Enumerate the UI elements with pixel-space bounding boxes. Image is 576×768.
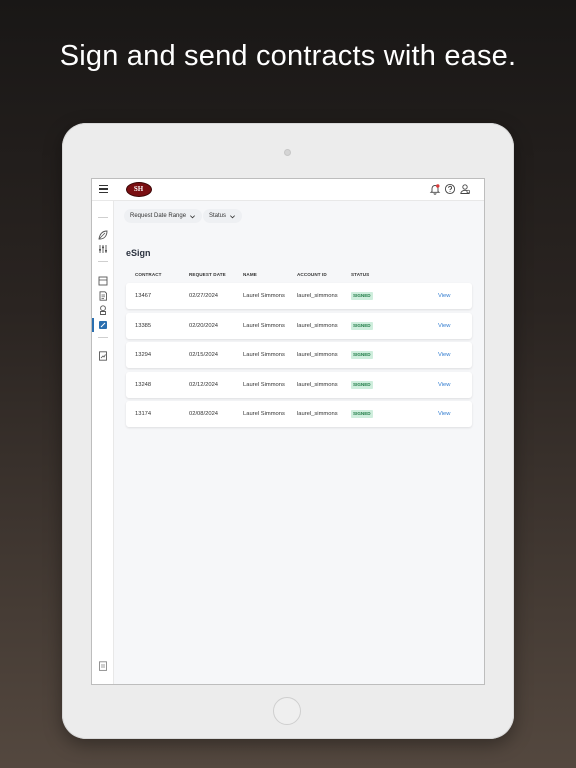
chevron-down-icon: [230, 214, 236, 218]
account-id-cell: laurel_simmons: [297, 323, 338, 329]
view-link[interactable]: View: [438, 293, 450, 299]
status-badge: SIGNED: [351, 351, 373, 359]
main-content: Request Date Range Status eSign CONTRACT…: [114, 201, 484, 684]
logo[interactable]: SH: [126, 182, 152, 197]
request-date-cell: 02/27/2024: [189, 293, 219, 299]
filter-label: Status: [209, 213, 227, 219]
status-filter[interactable]: Status: [203, 209, 243, 223]
active-indicator: [92, 318, 94, 332]
user-icon[interactable]: [459, 183, 471, 195]
request-date-cell: 02/20/2024: [189, 323, 219, 329]
column-header-contract: CONTRACT: [135, 272, 162, 277]
app-screen: SH Request Date Range Status eSign CONTR…: [91, 178, 485, 685]
view-link[interactable]: View: [438, 323, 450, 329]
sidebar: [92, 201, 114, 684]
view-link[interactable]: View: [438, 352, 450, 358]
logo-text: SH: [133, 185, 144, 193]
request-date-cell: 02/15/2024: [189, 352, 219, 358]
account-id-cell: laurel_simmons: [297, 352, 338, 358]
status-badge: SIGNED: [351, 322, 373, 330]
inbox-icon[interactable]: [97, 275, 109, 287]
page-title: eSign: [126, 248, 151, 258]
top-bar: SH: [92, 179, 484, 201]
name-cell: Laurel Simmons: [243, 411, 285, 417]
table-row[interactable]: 13467 02/27/2024 Laurel Simmons laurel_s…: [126, 283, 472, 309]
document-icon[interactable]: [97, 290, 109, 302]
request-date-range-filter[interactable]: Request Date Range: [124, 209, 203, 223]
table-row[interactable]: 13294 02/15/2024 Laurel Simmons laurel_s…: [126, 342, 472, 368]
column-header-request-date: REQUEST DATE: [189, 272, 226, 277]
badge-icon[interactable]: [97, 304, 109, 316]
view-link[interactable]: View: [438, 382, 450, 388]
request-date-cell: 02/08/2024: [189, 411, 219, 417]
view-link[interactable]: View: [438, 411, 450, 417]
sidebar-divider: [98, 337, 108, 338]
contract-cell: 13467: [135, 293, 152, 299]
name-cell: Laurel Simmons: [243, 352, 285, 358]
account-id-cell: laurel_simmons: [297, 382, 338, 388]
name-cell: Laurel Simmons: [243, 293, 285, 299]
camera: [284, 149, 291, 156]
esign-icon[interactable]: [97, 319, 109, 331]
bell-icon[interactable]: [429, 183, 441, 195]
account-id-cell: laurel_simmons: [297, 293, 338, 299]
sidebar-divider: [98, 261, 108, 262]
name-cell: Laurel Simmons: [243, 382, 285, 388]
status-badge: SIGNED: [351, 410, 373, 418]
logout-icon[interactable]: [97, 660, 109, 672]
contract-cell: 13174: [135, 411, 152, 417]
status-badge: SIGNED: [351, 381, 373, 389]
filter-label: Request Date Range: [130, 213, 187, 219]
sidebar-divider: [98, 217, 108, 218]
contract-cell: 13385: [135, 323, 152, 329]
account-id-cell: laurel_simmons: [297, 411, 338, 417]
ipad-frame: SH Request Date Range Status eSign CONTR…: [62, 123, 514, 739]
table-row[interactable]: 13174 02/08/2024 Laurel Simmons laurel_s…: [126, 401, 472, 427]
headline: Sign and send contracts with ease.: [59, 40, 517, 72]
report-icon[interactable]: [97, 350, 109, 362]
request-date-cell: 02/12/2024: [189, 382, 219, 388]
chevron-down-icon: [190, 214, 196, 218]
table-row[interactable]: 13385 02/20/2024 Laurel Simmons laurel_s…: [126, 313, 472, 339]
table-row[interactable]: 13248 02/12/2024 Laurel Simmons laurel_s…: [126, 372, 472, 398]
contract-cell: 13248: [135, 382, 152, 388]
status-badge: SIGNED: [351, 292, 373, 300]
sliders-icon[interactable]: [97, 243, 109, 255]
menu-icon[interactable]: [99, 185, 108, 194]
column-header-status: STATUS: [351, 272, 370, 277]
help-icon[interactable]: [444, 183, 456, 195]
home-button[interactable]: [273, 697, 301, 725]
column-header-name: NAME: [243, 272, 257, 277]
name-cell: Laurel Simmons: [243, 323, 285, 329]
contract-cell: 13294: [135, 352, 152, 358]
leaf-icon[interactable]: [97, 229, 109, 241]
column-header-account-id: ACCOUNT ID: [297, 272, 327, 277]
